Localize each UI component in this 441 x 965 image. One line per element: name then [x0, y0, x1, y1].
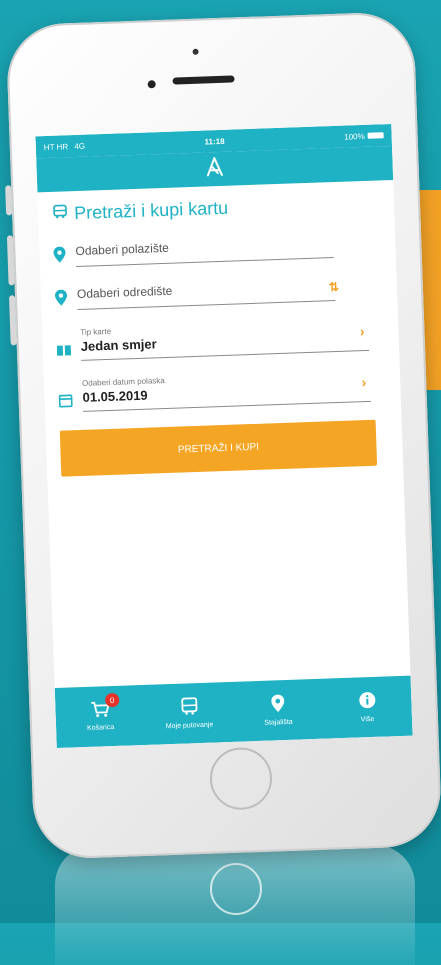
- camera-dot: [192, 49, 198, 55]
- ticket-icon: [57, 343, 72, 361]
- destination-placeholder: Odaberi odredište: [77, 284, 173, 301]
- chevron-right-icon: ›: [359, 323, 364, 339]
- cart-badge: 0: [105, 693, 119, 707]
- mute-switch: [5, 185, 12, 215]
- tab-my-trips[interactable]: Moje putovanje: [144, 682, 235, 745]
- search-and-buy-button[interactable]: PRETRAŽI I KUPI: [60, 420, 377, 477]
- earpiece-speaker: [172, 75, 234, 84]
- volume-up-button: [7, 235, 15, 285]
- reflection-home-button: [210, 863, 262, 915]
- tab-more[interactable]: Više: [322, 676, 413, 739]
- tab-label: Stajališta: [264, 719, 293, 727]
- carrier-label: HT HR: [44, 142, 69, 152]
- app-screen: HT HR 4G 11:18 100% P: [35, 124, 412, 748]
- page-title: Pretraži i kupi kartu: [52, 193, 377, 225]
- tab-label: Moje putovanje: [166, 722, 214, 731]
- ticket-type-field[interactable]: Tip karte Jedan smjer ›: [56, 318, 369, 362]
- location-pin-icon: [271, 694, 285, 714]
- tab-label: Košarica: [87, 724, 114, 732]
- tab-stations[interactable]: Stajališta: [233, 679, 324, 742]
- home-button[interactable]: [209, 747, 273, 811]
- chevron-right-icon: ›: [361, 374, 366, 390]
- info-icon: [358, 691, 377, 712]
- location-pin-icon: [53, 246, 66, 267]
- search-form: Pretraži i kupi kartu Odaberi polazište …: [37, 180, 403, 477]
- title-text: Pretraži i kupi kartu: [74, 198, 229, 224]
- phone-body: HT HR 4G 11:18 100% P: [6, 11, 441, 860]
- volume-down-button: [9, 295, 17, 345]
- bottom-tab-bar: 0 Košarica Moje putovanje Stajališta: [55, 676, 413, 748]
- battery-percent: 100%: [344, 131, 365, 141]
- carrier-info: HT HR 4G: [44, 141, 85, 151]
- bus-icon: [52, 203, 69, 225]
- battery-indicator: 100%: [344, 131, 384, 141]
- origin-placeholder: Odaberi polazište: [75, 241, 169, 258]
- location-pin-icon: [55, 289, 68, 310]
- calendar-icon: [58, 393, 73, 412]
- tab-cart[interactable]: 0 Košarica: [55, 685, 146, 748]
- battery-icon: [368, 132, 384, 139]
- bus-icon: [180, 697, 199, 718]
- destination-field[interactable]: Odaberi odredište: [55, 276, 336, 311]
- phone-reflection: [55, 845, 415, 965]
- phone-mockup: HT HR 4G 11:18 100% P: [6, 11, 441, 860]
- network-label: 4G: [74, 141, 85, 150]
- origin-field[interactable]: Odaberi polazište: [53, 233, 334, 268]
- app-logo-icon: [203, 155, 226, 183]
- departure-date-field[interactable]: Odaberi datum polaska 01.05.2019 ›: [58, 369, 371, 413]
- tab-label: Više: [361, 716, 375, 723]
- status-time: 11:18: [204, 136, 224, 146]
- front-camera: [148, 80, 156, 88]
